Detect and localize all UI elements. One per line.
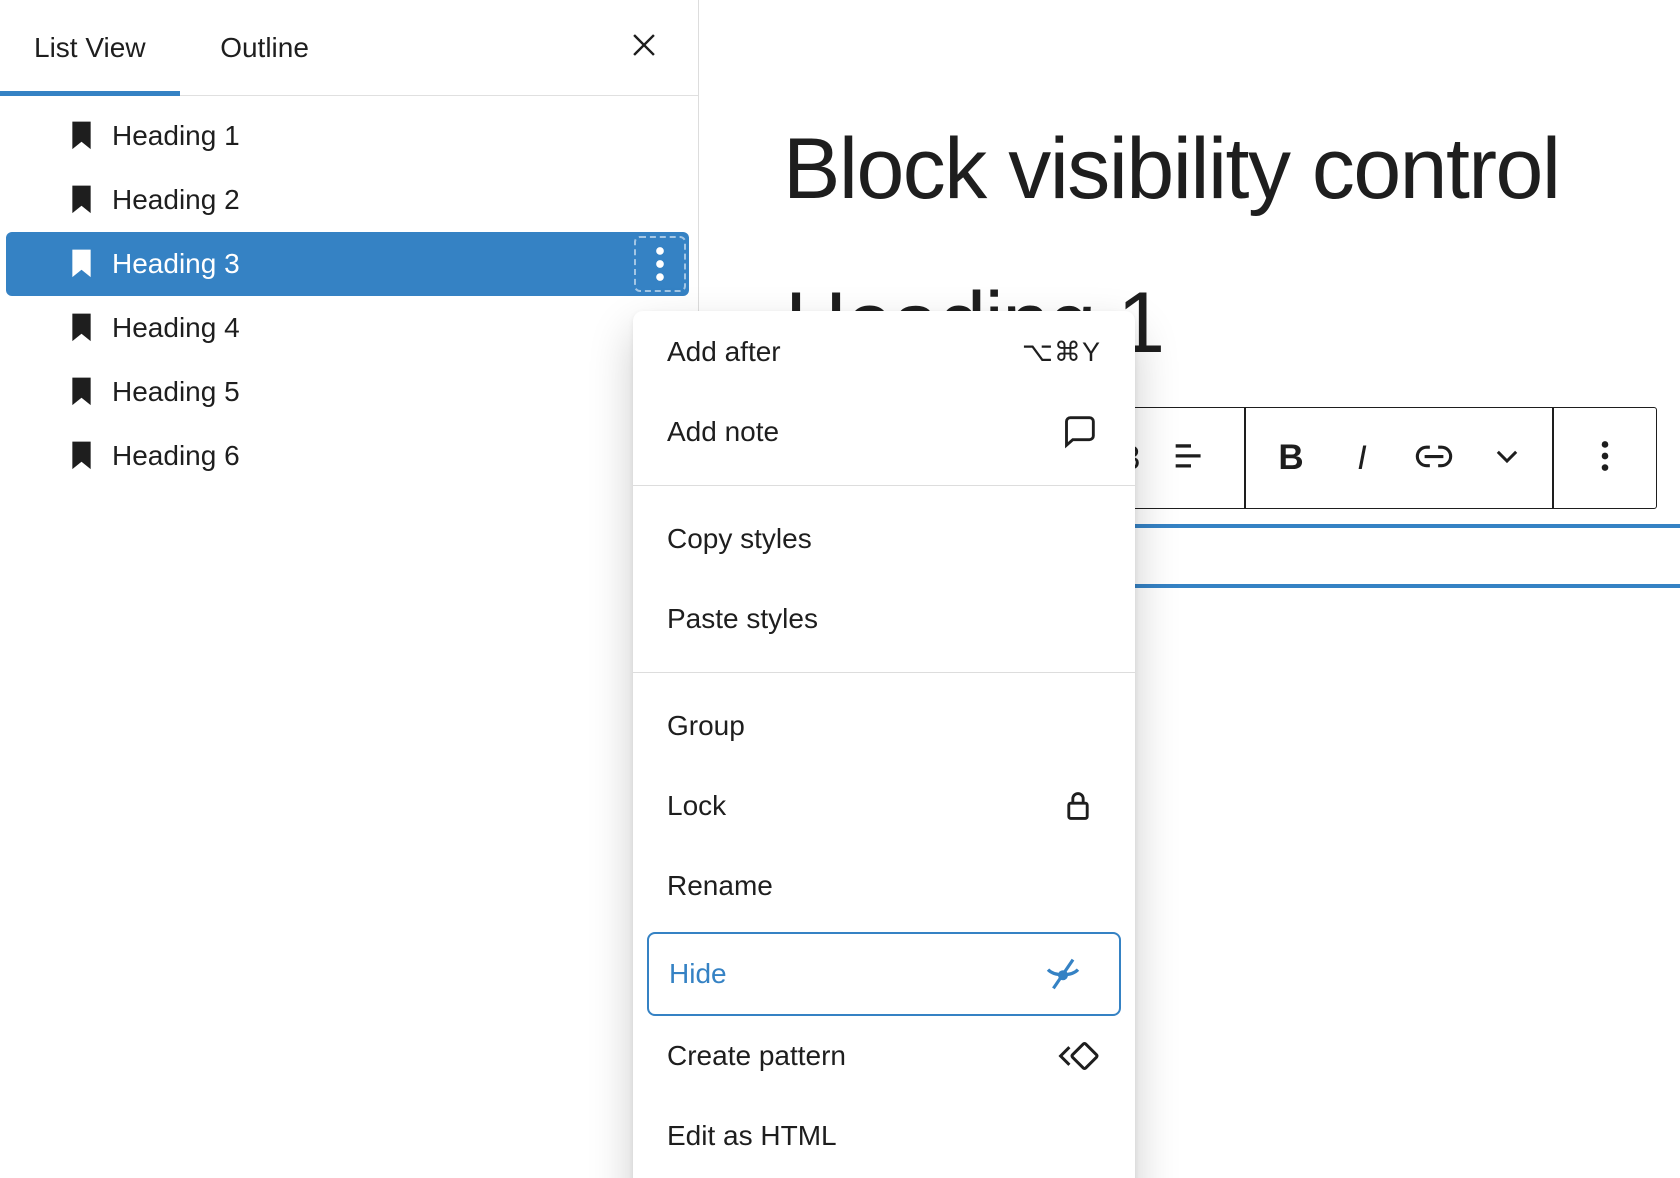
list-item-label: Heading 2 bbox=[112, 184, 240, 216]
list-item-label: Heading 4 bbox=[112, 312, 240, 344]
block-options-button[interactable] bbox=[1583, 408, 1627, 508]
list-view-rows: Heading 1 Heading 2 Heading 3 Heading 4 … bbox=[0, 104, 698, 488]
more-vertical-icon bbox=[1584, 435, 1626, 482]
bookmark-icon bbox=[68, 183, 95, 217]
link-icon bbox=[1409, 431, 1459, 486]
menu-item-label: Group bbox=[667, 710, 745, 742]
bookmark-icon bbox=[68, 311, 95, 345]
menu-item-hide[interactable]: Hide bbox=[647, 932, 1121, 1016]
pattern-diamond-icon bbox=[1053, 1032, 1101, 1080]
menu-separator bbox=[633, 672, 1135, 673]
bookmark-icon bbox=[68, 375, 95, 409]
list-item-label: Heading 3 bbox=[112, 248, 240, 280]
list-item-label: Heading 6 bbox=[112, 440, 240, 472]
list-item-heading-6[interactable]: Heading 6 bbox=[0, 424, 698, 488]
bold-button[interactable]: B bbox=[1269, 408, 1313, 508]
menu-item-label: Create pattern bbox=[667, 1040, 846, 1072]
italic-button[interactable]: I bbox=[1340, 408, 1384, 508]
menu-item-label: Rename bbox=[667, 870, 773, 902]
chevron-down-icon bbox=[1487, 436, 1527, 481]
list-item-options-button[interactable] bbox=[634, 236, 686, 292]
list-item-heading-2[interactable]: Heading 2 bbox=[0, 168, 698, 232]
align-left-button[interactable] bbox=[1169, 408, 1213, 508]
more-formats-button[interactable] bbox=[1485, 408, 1529, 508]
bookmark-icon bbox=[68, 247, 95, 281]
menu-item-create-pattern[interactable]: Create pattern bbox=[633, 1016, 1135, 1096]
link-button[interactable] bbox=[1412, 408, 1456, 508]
align-left-icon bbox=[1168, 433, 1214, 484]
menu-item-add-after[interactable]: Add after ⌥⌘Y bbox=[633, 312, 1135, 392]
list-item-heading-3-selected[interactable]: Heading 3 bbox=[6, 232, 689, 296]
list-item-heading-4[interactable]: Heading 4 bbox=[0, 296, 698, 360]
list-item-label: Heading 5 bbox=[112, 376, 240, 408]
menu-item-edit-as-html[interactable]: Edit as HTML bbox=[633, 1096, 1135, 1176]
menu-item-group[interactable]: Group bbox=[633, 686, 1135, 766]
post-title[interactable]: Block visibility control bbox=[783, 120, 1559, 219]
lock-icon bbox=[1055, 783, 1101, 829]
block-toolbar: 3 B I bbox=[1060, 407, 1657, 509]
menu-item-label: Hide bbox=[669, 958, 727, 990]
menu-item-label: Lock bbox=[667, 790, 726, 822]
keyboard-shortcut: ⌥⌘Y bbox=[1022, 337, 1101, 368]
menu-item-label: Paste styles bbox=[667, 603, 818, 635]
list-item-heading-5[interactable]: Heading 5 bbox=[0, 360, 698, 424]
list-view-tabbar: List View Outline bbox=[0, 0, 698, 96]
menu-item-rename[interactable]: Rename bbox=[633, 846, 1135, 926]
menu-item-paste-styles[interactable]: Paste styles bbox=[633, 579, 1135, 659]
menu-item-label: Copy styles bbox=[667, 523, 812, 555]
list-view-panel: List View Outline Heading 1 Heading 2 He… bbox=[0, 0, 699, 1178]
comment-icon bbox=[1055, 409, 1101, 455]
more-vertical-icon bbox=[637, 241, 683, 287]
close-list-view-button[interactable] bbox=[620, 23, 668, 71]
toolbar-divider bbox=[1552, 407, 1554, 509]
unseen-eye-slash-icon bbox=[1039, 950, 1087, 998]
block-options-menu: Add after ⌥⌘Y Add note Copy styles Paste… bbox=[633, 311, 1135, 1178]
tab-list-view[interactable]: List View bbox=[0, 0, 180, 95]
list-item-label: Heading 1 bbox=[112, 120, 240, 152]
menu-separator bbox=[633, 485, 1135, 486]
bookmark-icon bbox=[68, 119, 95, 153]
menu-item-label: Add note bbox=[667, 416, 779, 448]
list-item-heading-1[interactable]: Heading 1 bbox=[0, 104, 698, 168]
menu-item-add-note[interactable]: Add note bbox=[633, 392, 1135, 472]
menu-item-label: Add after bbox=[667, 336, 781, 368]
close-icon bbox=[627, 28, 661, 67]
wordpress-block-editor: Block visibility control Heading 1 3 B I bbox=[0, 0, 1680, 1178]
toolbar-divider bbox=[1244, 407, 1246, 509]
tab-outline[interactable]: Outline bbox=[180, 0, 350, 95]
menu-item-copy-styles[interactable]: Copy styles bbox=[633, 499, 1135, 579]
menu-item-label: Edit as HTML bbox=[667, 1120, 837, 1152]
bookmark-icon bbox=[68, 439, 95, 473]
menu-item-lock[interactable]: Lock bbox=[633, 766, 1135, 846]
